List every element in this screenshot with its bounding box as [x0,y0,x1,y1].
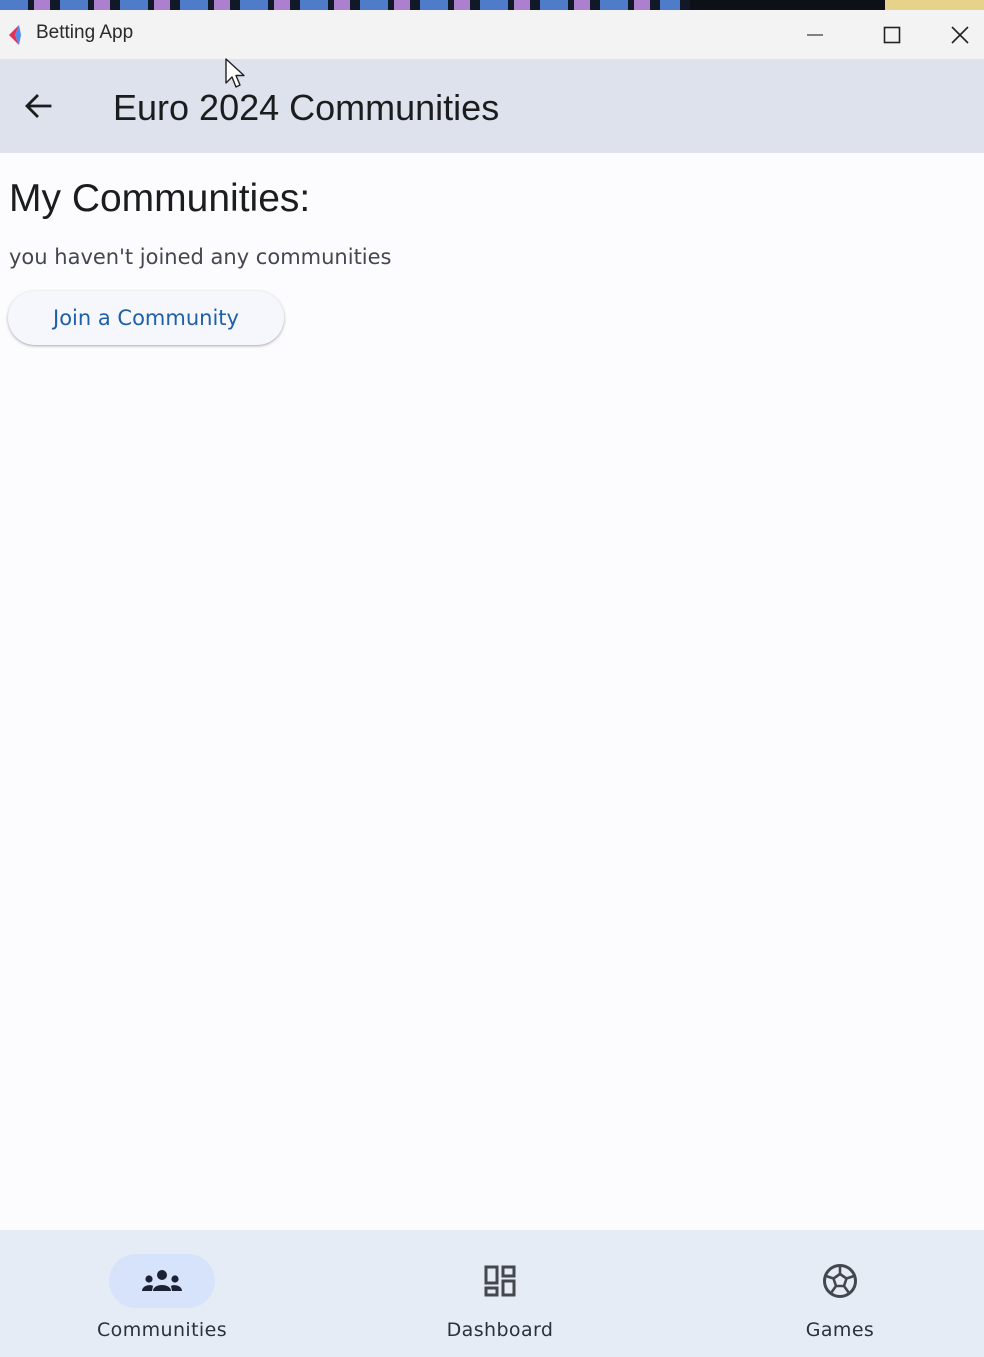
background-terminal-region [690,0,885,10]
nav-label-games: Games [805,1319,875,1341]
window-titlebar: Betting App [0,10,984,59]
dashboard-icon [484,1265,516,1297]
nav-icon-container [787,1254,893,1308]
mouse-cursor-icon [225,58,245,88]
join-community-button[interactable]: Join a Community [8,291,284,345]
app-window: Betting App Euro 2024 Communities My Com… [0,0,984,1357]
flutter-app-icon [9,25,21,45]
nav-icon-container [447,1254,553,1308]
minimize-button[interactable] [780,10,850,59]
background-code-text [0,0,680,10]
app-bar: Euro 2024 Communities [0,59,984,153]
groups-icon [142,1270,182,1291]
nav-label-dashboard: Dashboard [446,1319,554,1341]
soccer-ball-icon [823,1264,857,1298]
empty-state-message: you haven't joined any communities [9,245,392,269]
nav-item-dashboard[interactable]: Dashboard [390,1230,610,1357]
close-button[interactable] [935,10,984,59]
background-panel-region [885,0,984,10]
bottom-navigation-bar: Communities Dashboard Games [0,1230,984,1357]
arrow-back-icon [25,94,52,118]
page-title: Euro 2024 Communities [113,87,500,128]
nav-item-games[interactable]: Games [730,1230,950,1357]
back-button[interactable] [14,82,62,130]
my-communities-heading: My Communities: [9,177,311,220]
nav-item-communities[interactable]: Communities [52,1230,272,1357]
close-icon [950,25,969,44]
nav-active-indicator [109,1254,215,1308]
window-title: Betting App [36,22,134,43]
background-app-strip [0,0,984,10]
maximize-button[interactable] [857,10,927,59]
minimize-icon [807,33,823,36]
maximize-icon [883,26,901,43]
nav-label-communities: Communities [97,1319,227,1341]
